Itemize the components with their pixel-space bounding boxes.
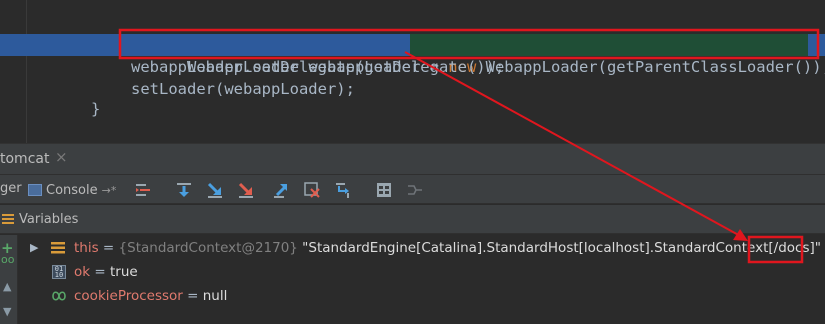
code-line-3: webappLoader.setDelegate(getDelegate()); (131, 58, 505, 76)
trace-icon[interactable] (406, 181, 424, 199)
code-line-4: setLoader(webappLoader); (131, 80, 355, 98)
variable-row-this[interactable]: ▶ this = {StandardContext@2170} "Standar… (30, 236, 821, 260)
code-line-5: } (91, 100, 101, 118)
step-into-icon[interactable] (206, 181, 224, 199)
boolean-icon: 01 10 (52, 265, 66, 279)
code-line-1: if (getLoader() == null) { (0, 12, 825, 54)
variable-name: ok (74, 264, 91, 280)
variable-value: null (202, 288, 228, 304)
variables-panel-title: Variables (19, 212, 79, 227)
show-execution-point-icon[interactable] (134, 181, 152, 199)
expand-arrow-icon[interactable]: ▶ (30, 236, 38, 260)
tab-debugger[interactable]: ger (0, 181, 22, 196)
variable-row-cookieprocessor[interactable]: cookieProcessor = null (48, 284, 348, 308)
step-over-icon[interactable] (175, 181, 193, 199)
collapse-icon[interactable]: ▲ (3, 280, 11, 293)
evaluate-icon[interactable] (375, 181, 393, 199)
infinity-icon (52, 291, 66, 301)
variable-row-ok[interactable]: 01 10 ok = true (52, 260, 352, 284)
expand-icon[interactable]: ▼ (3, 305, 11, 318)
execution-point-line: WebappLoader webappLoader = new WebappLo… (0, 34, 825, 76)
debugger-toolbar: ger Console →* (0, 174, 825, 204)
force-step-into-icon[interactable] (237, 181, 255, 199)
variable-value: "StandardEngine[Catalina].StandardHost[l… (297, 240, 769, 256)
console-tab-label: Console (46, 182, 98, 198)
code-editor[interactable]: if (getLoader() == null) { WebappLoader … (0, 0, 825, 143)
drop-frame-icon[interactable] (303, 181, 321, 199)
variable-type: {StandardContext@2170} (118, 240, 298, 256)
variable-name: this (74, 240, 99, 256)
variables-icon (2, 214, 14, 224)
highlighted-path: [/docs] (768, 240, 815, 256)
watch-glasses-icon[interactable]: oo (1, 253, 14, 266)
variables-side-toolbar: + oo ▲ ▼ (0, 235, 18, 324)
debug-tool-window-header: tomcat × (0, 143, 825, 174)
console-icon (28, 184, 42, 196)
variable-name: cookieProcessor (74, 288, 183, 304)
variable-value: true (109, 264, 138, 280)
field-icon (51, 242, 65, 254)
run-config-tab[interactable]: tomcat (0, 151, 49, 167)
run-to-cursor-icon[interactable] (334, 181, 352, 199)
step-out-icon[interactable] (272, 181, 290, 199)
variables-panel-header: Variables (0, 205, 825, 234)
close-icon[interactable]: × (55, 148, 68, 166)
tab-console[interactable]: Console →* (28, 179, 116, 201)
